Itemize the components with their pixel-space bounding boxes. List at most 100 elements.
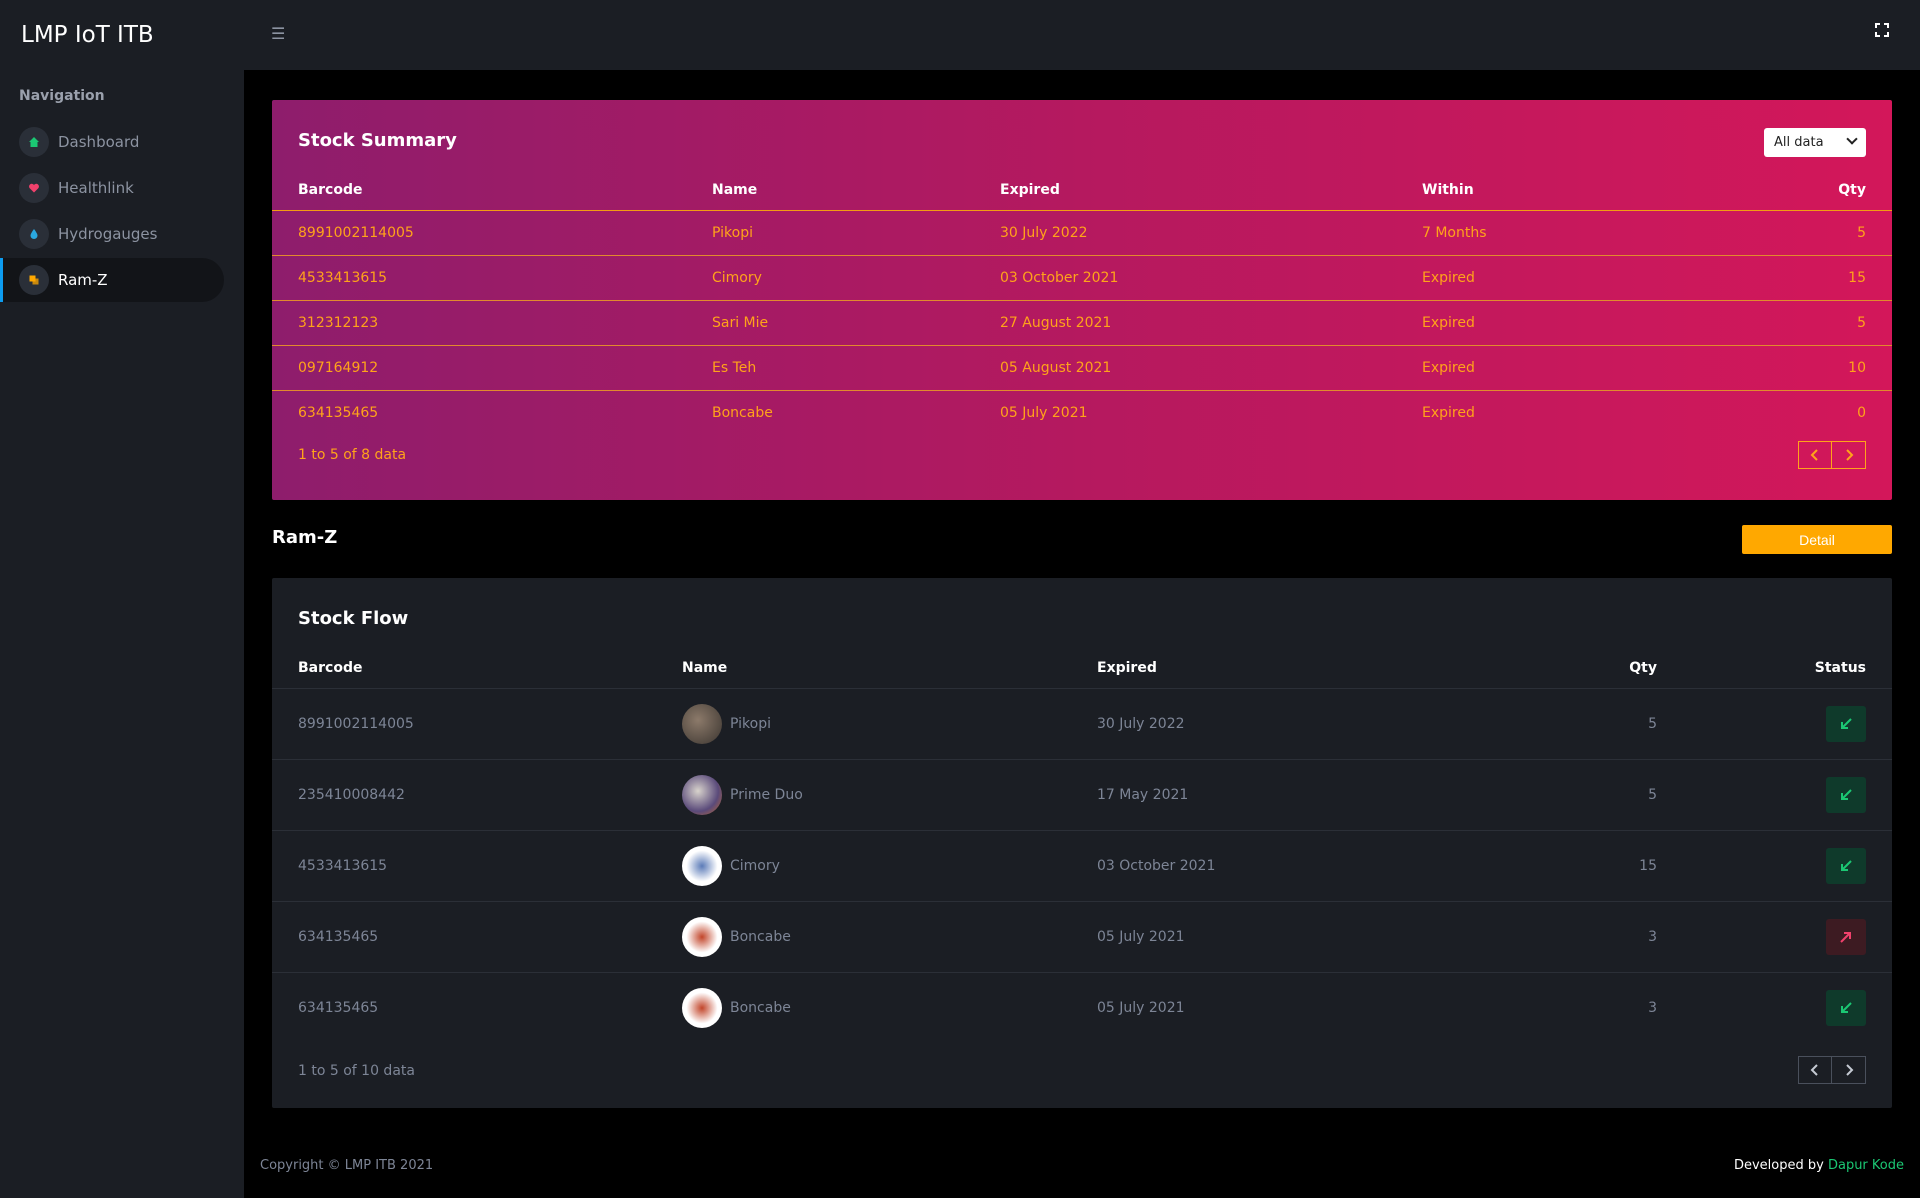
table-row: 634135465 Boncabe 05 July 2021 3	[272, 901, 1892, 973]
stock-flow-card: Stock Flow Barcode Name Expired Qty Stat…	[272, 578, 1892, 1108]
within-cell: Expired	[1422, 300, 1722, 346]
chevron-right-icon	[1845, 449, 1853, 461]
arrow-down-left-icon	[1841, 1002, 1852, 1013]
sidebar-item-ramz[interactable]: Ram-Z	[0, 258, 224, 302]
qty-cell: 15	[1517, 830, 1657, 902]
qty-cell: 15	[1722, 255, 1892, 301]
name-cell: Sari Mie	[712, 300, 1000, 346]
box-icon	[19, 265, 49, 295]
copyright-text: Copyright © LMP ITB 2021	[260, 1158, 434, 1173]
status-in-button[interactable]	[1826, 847, 1866, 884]
expired-cell: 05 July 2021	[1097, 999, 1185, 1016]
table-row: 235410008442 Prime Duo 17 May 2021 5	[272, 759, 1892, 831]
product-avatar	[682, 774, 722, 815]
prev-page-button[interactable]	[1798, 441, 1832, 469]
barcode-cell: 4533413615	[272, 255, 712, 301]
barcode-cell: 097164912	[272, 345, 712, 391]
stock-summary-card: Stock Summary All data Barcode Name Expi…	[272, 100, 1892, 500]
name-cell: Cimory	[682, 830, 1097, 902]
status-cell	[1657, 688, 1892, 760]
arrow-down-left-icon	[1841, 717, 1852, 729]
table-row: 312312123 Sari Mie 27 August 2021 Expire…	[272, 300, 1892, 346]
detail-button[interactable]: Detail	[1742, 525, 1892, 554]
sidebar-item-label: Ram-Z	[58, 271, 108, 289]
heart-icon	[19, 173, 49, 203]
column-header-barcode: Barcode	[272, 648, 682, 689]
stock-flow-title: Stock Flow	[298, 608, 409, 629]
pagination-info: 1 to 5 of 8 data	[298, 447, 407, 463]
status-out-button[interactable]	[1826, 918, 1866, 955]
next-page-button[interactable]	[1832, 1056, 1866, 1084]
status-in-button[interactable]	[1826, 776, 1866, 813]
chevron-left-icon	[1810, 1064, 1818, 1076]
expired-cell: 05 July 2021	[1000, 404, 1088, 421]
prev-page-button[interactable]	[1798, 1056, 1832, 1084]
product-avatar	[682, 703, 722, 744]
status-cell	[1657, 901, 1892, 973]
developed-by: Developed by Dapur Kode	[1734, 1158, 1904, 1173]
expired-cell: 27 August 2021	[1000, 300, 1422, 346]
sidebar-item-hydrogauges[interactable]: Hydrogauges	[0, 212, 224, 256]
column-header-status: Status	[1657, 648, 1892, 689]
name-cell: Boncabe	[682, 972, 1097, 1043]
stock-summary-table: Barcode Name Expired Within Qty 89910021…	[272, 170, 1892, 435]
qty-cell: 3	[1648, 999, 1657, 1016]
column-header-qty: Qty	[1517, 648, 1657, 689]
data-filter-value: All data	[1774, 135, 1824, 150]
pagination-controls	[1798, 1056, 1866, 1084]
main-content: Stock Summary All data Barcode Name Expi…	[244, 70, 1920, 1198]
table-row: 634135465 Boncabe 05 July 2021 3	[272, 972, 1892, 1043]
barcode-cell: 634135465	[298, 404, 379, 421]
name-cell: Pikopi	[682, 688, 1097, 760]
barcode-cell: 312312123	[272, 300, 712, 346]
column-header-expired: Expired	[1000, 170, 1422, 211]
table-row: 097164912 Es Teh 05 August 2021 Expired …	[272, 345, 1892, 391]
expired-cell: 05 July 2021	[1097, 901, 1517, 973]
menu-icon[interactable]: ☰	[271, 24, 285, 43]
brand-title[interactable]: LMP IoT ITB	[0, 0, 244, 70]
developer-link[interactable]: Dapur Kode	[1828, 1158, 1904, 1173]
within-cell: Expired	[1422, 255, 1722, 301]
status-cell	[1657, 759, 1892, 831]
next-page-button[interactable]	[1832, 441, 1866, 469]
sidebar-item-dashboard[interactable]: Dashboard	[0, 120, 224, 164]
barcode-cell: 8991002114005	[272, 210, 712, 256]
nav-list: Dashboard Healthlink Hydrogauges Ram-Z	[0, 120, 244, 302]
sidebar: LMP IoT ITB Navigation Dashboard Healthl…	[0, 0, 244, 1198]
qty-cell: 0	[1857, 404, 1866, 421]
arrow-up-right-icon	[1840, 931, 1851, 943]
fullscreen-icon[interactable]	[1874, 22, 1890, 38]
qty-cell: 5	[1722, 300, 1892, 346]
droplet-icon	[19, 219, 49, 249]
within-cell: 7 Months	[1422, 210, 1722, 256]
status-cell	[1657, 972, 1892, 1043]
qty-cell: 5	[1722, 210, 1892, 256]
column-header-barcode: Barcode	[272, 170, 712, 211]
barcode-cell: 634135465	[272, 901, 682, 973]
status-in-button[interactable]	[1826, 989, 1866, 1026]
product-avatar	[682, 916, 722, 957]
qty-cell: 5	[1517, 759, 1657, 831]
stock-summary-title: Stock Summary	[298, 130, 457, 151]
expired-cell: 05 August 2021	[1000, 345, 1422, 391]
page-footer: Copyright © LMP ITB 2021 Developed by Da…	[244, 1158, 1920, 1198]
qty-cell: 10	[1722, 345, 1892, 391]
qty-cell: 5	[1517, 688, 1657, 760]
expired-cell: 30 July 2022	[1097, 688, 1517, 760]
sidebar-item-label: Dashboard	[58, 133, 140, 151]
product-name: Boncabe	[730, 999, 791, 1016]
table-row: 4533413615 Cimory 03 October 2021 Expire…	[272, 255, 1892, 301]
status-in-button[interactable]	[1826, 705, 1866, 742]
chevron-down-icon	[1846, 133, 1858, 145]
table-row: 634135465 Boncabe 05 July 2021 Expired 0	[272, 390, 1892, 435]
sidebar-item-healthlink[interactable]: Healthlink	[0, 166, 224, 210]
barcode-cell: 235410008442	[272, 759, 682, 831]
data-filter-select[interactable]: All data	[1764, 128, 1866, 157]
expired-cell: 17 May 2021	[1097, 759, 1517, 831]
name-cell: Boncabe	[712, 404, 773, 421]
sidebar-item-label: Healthlink	[58, 179, 134, 197]
topbar: ☰	[244, 0, 1920, 70]
expired-cell: 03 October 2021	[1097, 830, 1517, 902]
table-row: 8991002114005 Pikopi 30 July 2022 5	[272, 688, 1892, 760]
product-name: Cimory	[730, 857, 780, 874]
